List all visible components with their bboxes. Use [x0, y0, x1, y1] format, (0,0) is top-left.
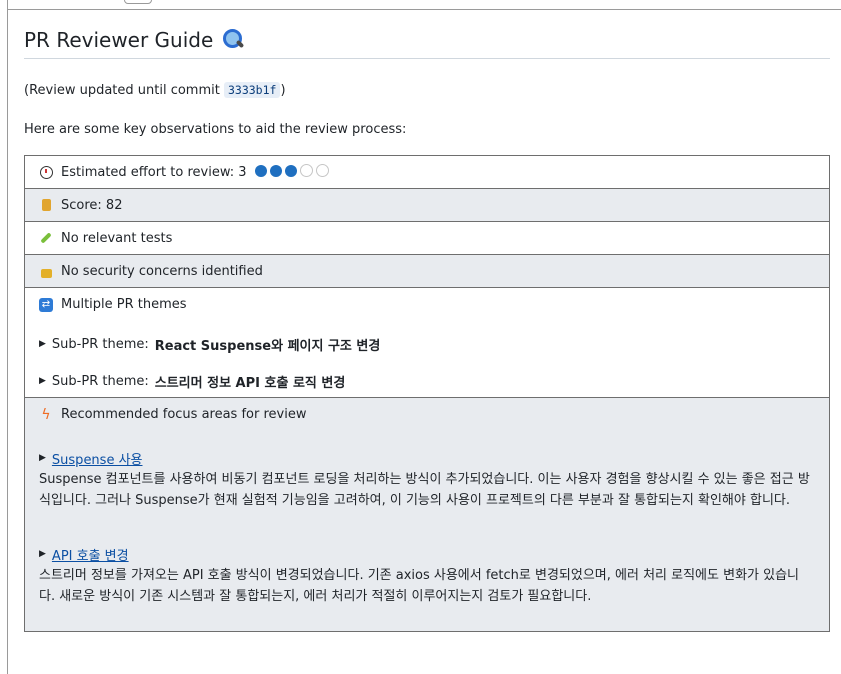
- sub-pr-theme-prefix: Sub-PR theme:: [51, 373, 149, 389]
- lightning-icon: ϟ: [41, 406, 51, 423]
- disclosure-triangle-icon: ▶: [39, 549, 46, 559]
- focus-item-link[interactable]: API 호출 변경: [52, 545, 129, 564]
- focus-item-text: 스트리머 정보를 가져오는 API 호출 방식이 변경되었습니다. 기존 axi…: [39, 568, 800, 604]
- lock-icon: [39, 264, 53, 278]
- tests-row: No relevant tests: [24, 221, 830, 255]
- stopwatch-icon: [39, 165, 53, 179]
- observations-text: Here are some key observations to aid th…: [24, 122, 407, 137]
- disclosure-triangle-icon: ▶: [39, 453, 46, 463]
- effort-dot-filled: [254, 164, 267, 177]
- focus-label: Recommended focus areas for review: [61, 407, 307, 422]
- score-label: Score: 82: [61, 197, 123, 213]
- effort-dot-empty: [315, 163, 329, 177]
- effort-dots: [254, 163, 332, 181]
- updated-suffix: ): [280, 83, 286, 98]
- commit-hash[interactable]: 3333b1f: [223, 82, 281, 98]
- review-table: Estimated effort to review: 3 Score: 82 …: [24, 155, 830, 632]
- effort-row: Estimated effort to review: 3: [24, 155, 830, 189]
- top-tab: [124, 0, 152, 4]
- score-row: Score: 82: [24, 188, 830, 222]
- sub-pr-theme-1[interactable]: ▶ Sub-PR theme: React Suspense와 페이지 구조 변…: [39, 330, 815, 358]
- themes-row: ⇄ Multiple PR themes ▶ Sub-PR theme: Rea…: [24, 287, 830, 398]
- sub-pr-theme-title: React Suspense와 페이지 구조 변경: [154, 338, 381, 354]
- magnifying-glass-icon: [221, 29, 245, 51]
- effort-label: Estimated effort to review: 3: [61, 164, 247, 180]
- page-title: PR Reviewer Guide: [24, 10, 830, 59]
- sub-pr-theme-2[interactable]: ▶ Sub-PR theme: 스트리머 정보 API 호출 로직 변경: [39, 367, 815, 395]
- sub-pr-theme-title: 스트리머 정보 API 호출 로직 변경: [154, 375, 346, 391]
- frame-left-border: [7, 0, 8, 674]
- focus-item-link[interactable]: Suspense 사용: [52, 449, 143, 468]
- test-tube-icon: [39, 231, 53, 245]
- review-updated-note: (Review updated until commit 3333b1f): [24, 82, 830, 98]
- shuffle-icon: ⇄: [39, 297, 53, 312]
- page-title-text: PR Reviewer Guide: [24, 28, 214, 52]
- effort-dot-empty: [299, 163, 313, 177]
- security-label: No security concerns identified: [61, 263, 263, 279]
- sub-pr-theme-prefix: Sub-PR theme:: [51, 336, 149, 352]
- themes-label: Multiple PR themes: [61, 297, 187, 312]
- effort-dot-filled: [284, 164, 297, 177]
- tests-label: No relevant tests: [61, 230, 173, 246]
- focus-item-text: Suspense 컴포넌트를 사용하여 비동기 컴포넌트 로딩을 처리하는 방식…: [39, 472, 810, 508]
- focus-row: ϟ Recommended focus areas for review ▶ S…: [24, 397, 830, 632]
- security-row: No security concerns identified: [24, 254, 830, 288]
- focus-item-2: ▶ API 호출 변경 스트리머 정보를 가져오는 API 호출 방식이 변경되…: [39, 545, 815, 607]
- effort-dot-filled: [269, 164, 282, 177]
- review-guide: PR Reviewer Guide (Review updated until …: [24, 10, 830, 632]
- medal-icon: [39, 198, 53, 212]
- disclosure-triangle-icon: ▶: [39, 339, 46, 349]
- focus-item-1: ▶ Suspense 사용 Suspense 컴포넌트를 사용하여 비동기 컴포…: [39, 449, 815, 511]
- updated-prefix: (Review updated until commit: [24, 83, 224, 98]
- disclosure-triangle-icon: ▶: [39, 376, 46, 386]
